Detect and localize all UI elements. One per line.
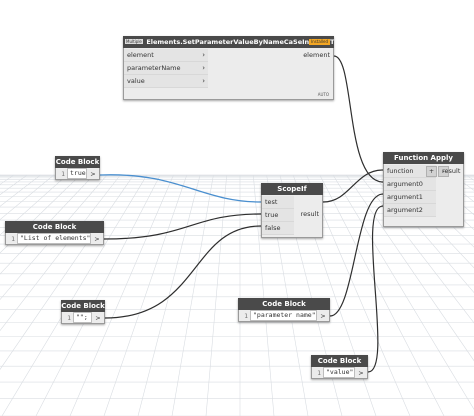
input-port-value[interactable]: value › xyxy=(124,75,208,88)
function-apply-header[interactable]: Function Apply xyxy=(383,152,464,164)
input-port-argument0[interactable]: argument0 xyxy=(384,178,436,191)
line-number: 1 xyxy=(61,169,65,178)
port-label: value xyxy=(127,77,145,85)
port-label: function xyxy=(387,167,414,175)
graph-canvas[interactable]: Multiple Elements.SetParameterValueByNam… xyxy=(0,0,474,416)
scopeif-header[interactable]: ScopeIf xyxy=(261,183,323,195)
output-port[interactable]: > xyxy=(319,312,327,320)
function-apply-node[interactable]: Function Apply function + argument0 argu… xyxy=(383,152,464,227)
code-editor[interactable]: "List of elements"; xyxy=(17,233,91,244)
port-label: true xyxy=(265,211,279,219)
set-parameter-header[interactable]: Multiple Elements.SetParameterValueByNam… xyxy=(123,36,334,48)
node-title: Elements.SetParameterValueByNameCaSeInSe… xyxy=(146,38,334,46)
code-block-body: 1 "List of elements"; > xyxy=(5,233,104,245)
port-label: test xyxy=(265,198,278,206)
line-number: 1 xyxy=(67,313,71,322)
input-port-parameter-name[interactable]: parameterName › xyxy=(124,62,208,75)
input-port-argument2[interactable]: argument2 xyxy=(384,204,436,217)
set-parameter-body: element › parameterName › value › element A… xyxy=(123,48,334,100)
code-block-true[interactable]: Code Block 1 true; > xyxy=(55,156,100,180)
chevron-right-icon: › xyxy=(202,51,205,59)
port-label: argument1 xyxy=(387,193,423,201)
multiple-badge: Multiple xyxy=(125,39,143,44)
scopeif-body: test true false result xyxy=(261,195,323,238)
port-label: element xyxy=(303,51,330,59)
input-port-test[interactable]: test xyxy=(262,196,294,209)
code-block-header[interactable]: Code Block xyxy=(61,300,105,312)
code-editor[interactable]: true; xyxy=(67,168,87,179)
input-port-element[interactable]: element › xyxy=(124,49,208,62)
set-parameter-node[interactable]: Multiple Elements.SetParameterValueByNam… xyxy=(123,36,334,100)
port-label: result xyxy=(300,210,319,218)
port-label: argument0 xyxy=(387,180,423,188)
line-number: 1 xyxy=(11,234,15,243)
output-port[interactable]: > xyxy=(89,170,97,178)
installed-tag: Installed xyxy=(308,39,330,45)
input-port-function[interactable]: function + xyxy=(384,165,437,178)
port-label: argument2 xyxy=(387,206,423,214)
code-block-body: 1 "parameter name"; > xyxy=(238,310,330,322)
line-number: 1 xyxy=(244,311,248,320)
code-block-list-of-elements[interactable]: Code Block 1 "List of elements"; > xyxy=(5,221,104,245)
code-editor[interactable]: "value"; xyxy=(323,367,355,378)
output-port-result[interactable]: result xyxy=(442,165,463,177)
line-number: 1 xyxy=(317,368,321,377)
code-block-header[interactable]: Code Block xyxy=(311,355,368,367)
input-port-true[interactable]: true xyxy=(262,209,294,222)
scopeif-node[interactable]: ScopeIf test true false result xyxy=(261,183,323,238)
output-port[interactable]: > xyxy=(93,235,101,243)
output-port-result[interactable]: result xyxy=(293,208,322,220)
port-label: element xyxy=(127,51,154,59)
code-block-header[interactable]: Code Block xyxy=(5,221,104,233)
output-port-element[interactable]: element xyxy=(290,49,333,61)
code-editor[interactable]: ""; xyxy=(73,312,92,323)
input-port-argument1[interactable]: argument1 xyxy=(384,191,436,204)
code-block-body: 1 "value"; > xyxy=(311,367,368,379)
port-label: result xyxy=(442,167,461,175)
output-port[interactable]: > xyxy=(357,369,365,377)
code-block-parameter-name[interactable]: Code Block 1 "parameter name"; > xyxy=(238,298,330,322)
add-argument-button[interactable]: + xyxy=(426,166,437,177)
port-label: parameterName xyxy=(127,64,181,72)
code-block-header[interactable]: Code Block xyxy=(238,298,330,310)
code-block-body: 1 ""; > xyxy=(61,312,105,324)
code-block-body: 1 true; > xyxy=(55,168,100,180)
code-block-header[interactable]: Code Block xyxy=(55,156,100,168)
port-label: false xyxy=(265,224,281,232)
input-port-false[interactable]: false xyxy=(262,222,294,235)
lacing-indicator[interactable]: AUTO xyxy=(318,92,329,97)
code-block-value[interactable]: Code Block 1 "value"; > xyxy=(311,355,368,379)
function-apply-body: function + argument0 argument1 argument2… xyxy=(383,164,464,227)
chevron-right-icon: › xyxy=(202,64,205,72)
chevron-right-icon: › xyxy=(202,77,205,85)
output-port[interactable]: > xyxy=(94,314,102,322)
code-editor[interactable]: "parameter name"; xyxy=(250,310,317,321)
code-block-empty-string[interactable]: Code Block 1 ""; > xyxy=(61,300,105,324)
